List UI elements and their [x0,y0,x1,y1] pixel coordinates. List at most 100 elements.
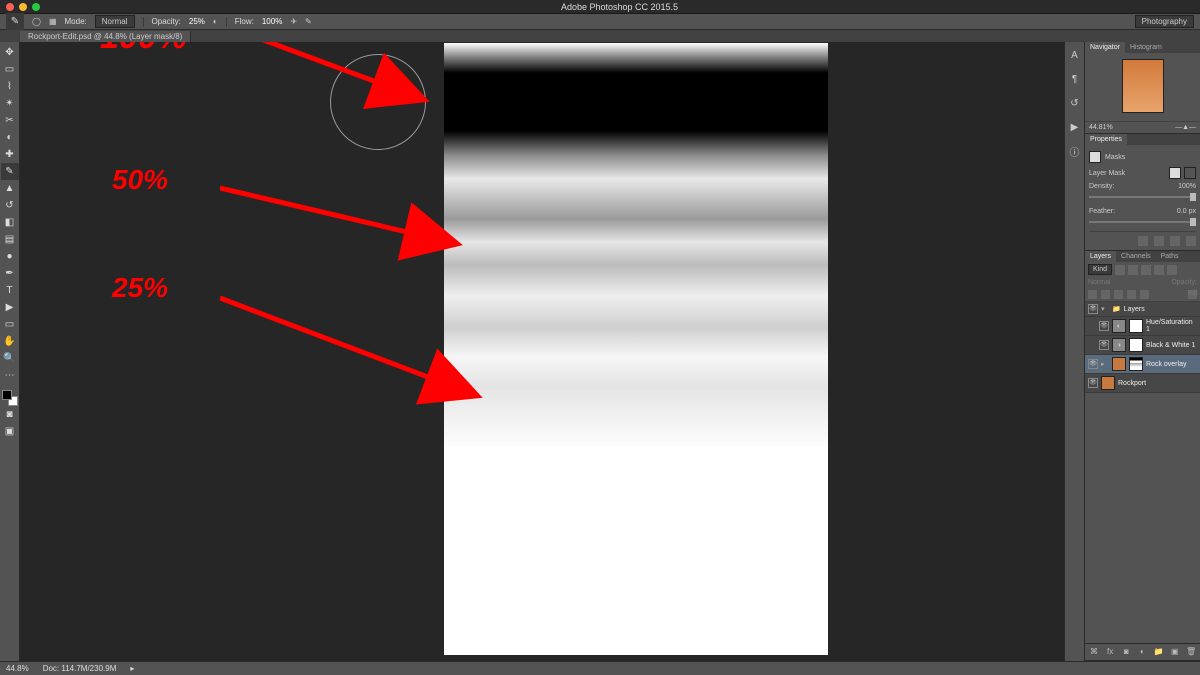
document-canvas[interactable] [444,43,828,655]
feather-slider[interactable] [1089,221,1196,223]
lock-artboard-icon[interactable] [1127,290,1136,299]
brush-swatch-icon[interactable]: ◯ [32,17,41,26]
marquee-tool[interactable]: ▭ [1,61,19,78]
visibility-toggle[interactable]: 👁 [1088,378,1098,388]
layer-mask-thumb[interactable] [1129,319,1143,333]
brush-tool[interactable]: ✎ [1,163,19,180]
new-group-icon[interactable]: 📁 [1154,647,1164,657]
edit-toolbar[interactable]: ⋯ [1,367,19,384]
foreground-color[interactable] [2,390,12,400]
actions-panel-icon[interactable]: ▶ [1068,120,1082,134]
eraser-tool[interactable]: ◧ [1,214,19,231]
pixel-mask-button[interactable] [1169,167,1181,179]
feather-value[interactable]: 0.0 px [1177,208,1196,215]
density-value[interactable]: 100% [1178,183,1196,190]
history-brush-tool[interactable]: ↺ [1,197,19,214]
layer-name[interactable]: Rock overlay [1146,361,1197,368]
flow-field[interactable]: 100% [262,17,282,26]
vector-mask-button[interactable] [1184,167,1196,179]
document-tab[interactable]: Rockport-Edit.psd @ 44.8% (Layer mask/8) [20,31,191,42]
lock-position-icon[interactable] [1114,290,1123,299]
filter-adjust-icon[interactable] [1128,265,1138,275]
mask-from-selection-icon[interactable] [1138,236,1148,246]
pressure-opacity-icon[interactable]: ◐ [213,17,218,26]
path-select-tool[interactable]: ▶ [1,299,19,316]
apply-mask-icon[interactable] [1154,236,1164,246]
layer-thumb[interactable] [1101,376,1115,390]
pressure-size-icon[interactable]: ✎ [305,17,312,26]
expand-icon[interactable]: ▾ [1101,305,1109,313]
navigator-zoom-value[interactable]: 44.81% [1089,124,1113,131]
color-swatch[interactable] [2,390,18,406]
layer-thumb[interactable] [1112,357,1126,371]
dodge-tool[interactable]: ● [1,248,19,265]
tab-channels[interactable]: Channels [1116,251,1156,262]
brush-preset-icon[interactable]: ✎ [6,13,24,30]
character-panel-icon[interactable]: A [1068,48,1082,62]
type-tool[interactable]: T [1,282,19,299]
visibility-toggle[interactable]: 👁 [1088,359,1098,369]
healing-tool[interactable]: ✚ [1,146,19,163]
status-doc-size[interactable]: Doc: 114.7M/230.9M [43,664,117,673]
crop-tool[interactable]: ✂ [1,112,19,129]
delete-mask-icon[interactable] [1186,236,1196,246]
visibility-toggle[interactable]: 👁 [1099,321,1109,331]
layer-mask-thumb[interactable] [1129,357,1143,371]
layer-row[interactable]: 👁 Rockport [1085,374,1200,393]
layer-filter-kind[interactable]: Kind [1088,264,1112,275]
layer-row[interactable]: 👁 ◐ Hue/Saturation 1 [1085,317,1200,336]
airbrush-icon[interactable]: ✈ [290,17,297,26]
quick-select-tool[interactable]: ✴ [1,95,19,112]
info-panel-icon[interactable]: ⓘ [1068,144,1082,158]
zoom-tool[interactable]: 🔍 [1,350,19,367]
hand-tool[interactable]: ✋ [1,333,19,350]
density-slider[interactable] [1089,196,1196,198]
layer-name[interactable]: Rockport [1118,380,1197,387]
screen-mode-icon[interactable]: ▣ [1,423,19,440]
canvas-area[interactable]: 100% 50% 25% [20,42,1064,661]
lock-pixels-icon[interactable] [1101,290,1110,299]
layer-group[interactable]: 👁 ▾ 📁 Layers [1085,302,1200,317]
layer-row[interactable]: 👁 ▸ Rock overlay [1085,355,1200,374]
tab-paths[interactable]: Paths [1156,251,1184,262]
paragraph-panel-icon[interactable]: ¶ [1068,72,1082,86]
delete-layer-icon[interactable]: 🗑 [1186,647,1196,657]
move-tool[interactable]: ✥ [1,44,19,61]
tab-navigator[interactable]: Navigator [1085,42,1125,53]
gradient-tool[interactable]: ▤ [1,231,19,248]
quick-mask-icon[interactable]: ◙ [1,406,19,423]
window-controls[interactable] [6,3,40,11]
layer-mask-thumb[interactable] [1129,338,1143,352]
lock-transparent-icon[interactable] [1088,290,1097,299]
filter-smart-icon[interactable] [1167,265,1177,275]
disable-mask-icon[interactable] [1170,236,1180,246]
lock-all-icon[interactable] [1140,290,1149,299]
zoom-slider[interactable]: —▲— [1175,124,1196,131]
eyedropper-tool[interactable]: ◐ [1,129,19,146]
zoom-icon[interactable] [32,3,40,11]
blend-mode-select[interactable]: Normal [1088,279,1111,286]
layer-row[interactable]: 👁 ◑ Black & White 1 [1085,336,1200,355]
status-menu-icon[interactable]: ▸ [130,664,134,673]
expand-icon[interactable]: ▸ [1101,360,1109,368]
layer-name[interactable]: Hue/Saturation 1 [1146,319,1197,333]
navigator-thumbnail[interactable] [1122,59,1164,113]
visibility-toggle[interactable]: 👁 [1099,340,1109,350]
link-layers-icon[interactable]: ⌘ [1089,647,1099,657]
status-zoom[interactable]: 44.8% [6,664,29,673]
lasso-tool[interactable]: ⌇ [1,78,19,95]
layer-fx-icon[interactable]: fx [1105,647,1115,657]
layer-name[interactable]: Layers [1124,306,1197,313]
shape-tool[interactable]: ▭ [1,316,19,333]
layer-name[interactable]: Black & White 1 [1146,342,1197,349]
tab-histogram[interactable]: Histogram [1125,42,1167,53]
opacity-field[interactable]: 25% [189,17,205,26]
workspace-switcher[interactable]: Photography [1135,15,1194,28]
stamp-tool[interactable]: ▲ [1,180,19,197]
add-mask-icon[interactable]: ◙ [1121,647,1131,657]
close-icon[interactable] [6,3,14,11]
tab-layers[interactable]: Layers [1085,251,1116,262]
visibility-toggle[interactable]: 👁 [1088,304,1098,314]
history-panel-icon[interactable]: ↺ [1068,96,1082,110]
new-adjustment-icon[interactable]: ◐ [1137,647,1147,657]
